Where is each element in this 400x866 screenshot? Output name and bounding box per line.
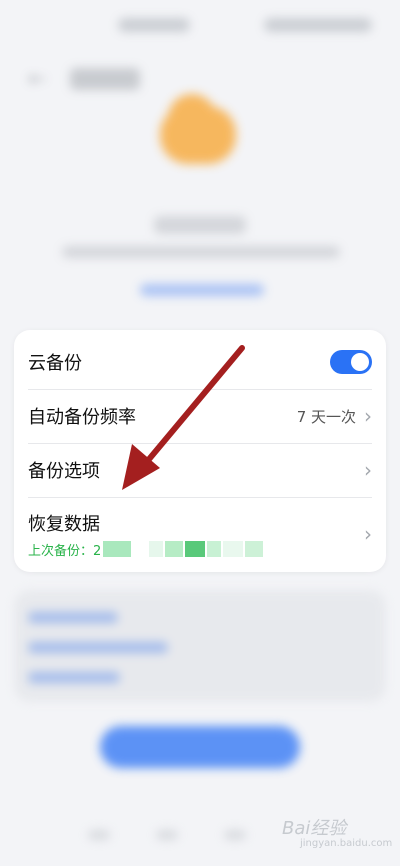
- baidu-watermark: Bai经验: [282, 818, 347, 839]
- chevron-right-icon: ›: [364, 404, 372, 428]
- status-bar-item: [264, 18, 372, 32]
- blurred-link[interactable]: [28, 612, 118, 623]
- divider: [28, 497, 372, 498]
- auto-backup-frequency-value: 7 天一次: [296, 407, 356, 426]
- cloud-backup-label: 云备份: [28, 353, 82, 374]
- status-bar-item: [118, 18, 190, 32]
- auto-backup-frequency-label: 自动备份频率: [28, 407, 136, 428]
- auto-backup-frequency-row[interactable]: 自动备份频率 7 天一次 ›: [14, 398, 386, 434]
- bottom-icon: [156, 830, 178, 840]
- page-title-blurred: [70, 68, 140, 90]
- redacted-block: [185, 541, 206, 557]
- toggle-knob: [351, 353, 369, 371]
- divider: [28, 389, 372, 390]
- blurred-primary-button[interactable]: [100, 726, 300, 768]
- baidu-watermark-url: jingyan.baidu.com: [300, 838, 393, 849]
- last-backup-label: 上次备份：2: [28, 543, 102, 559]
- blurred-text: [154, 216, 246, 234]
- blurred-link[interactable]: [28, 642, 168, 653]
- redacted-block: [245, 541, 264, 557]
- chevron-right-icon: ›: [364, 522, 372, 546]
- restore-data-row[interactable]: 恢复数据 上次备份：2 ›: [14, 506, 386, 562]
- redacted-block: [207, 541, 222, 557]
- redacted-block: [223, 541, 244, 557]
- blurred-link[interactable]: [140, 284, 264, 296]
- blurred-text: [62, 246, 340, 258]
- bottom-icon: [88, 830, 110, 840]
- restore-text-group: 恢复数据 上次备份：2: [28, 510, 264, 559]
- chevron-right-icon: ›: [364, 458, 372, 482]
- redacted-block: [103, 541, 132, 557]
- cloud-logo-icon: [160, 94, 236, 164]
- divider: [28, 443, 372, 444]
- screen: ← 云备份 自动备份频率 7 天一次 › 备份选项 › 恢复数据 上次备份：2 …: [0, 0, 400, 866]
- cloud-backup-row[interactable]: 云备份: [14, 344, 386, 380]
- backup-options-row[interactable]: 备份选项 ›: [14, 452, 386, 488]
- backup-options-label: 备份选项: [28, 461, 100, 482]
- blurred-panel: [14, 590, 386, 702]
- backup-settings-card: 云备份 自动备份频率 7 天一次 › 备份选项 › 恢复数据 上次备份：2 ›: [14, 330, 386, 572]
- restore-data-label: 恢复数据: [28, 513, 100, 535]
- back-arrow-icon[interactable]: ←: [28, 69, 52, 91]
- blurred-link[interactable]: [28, 672, 120, 683]
- redacted-block: [165, 541, 184, 557]
- cloud-backup-toggle[interactable]: [330, 350, 372, 374]
- redacted-block: [149, 541, 164, 557]
- bottom-icon: [224, 830, 246, 840]
- last-backup-line: 上次备份：2: [28, 540, 264, 559]
